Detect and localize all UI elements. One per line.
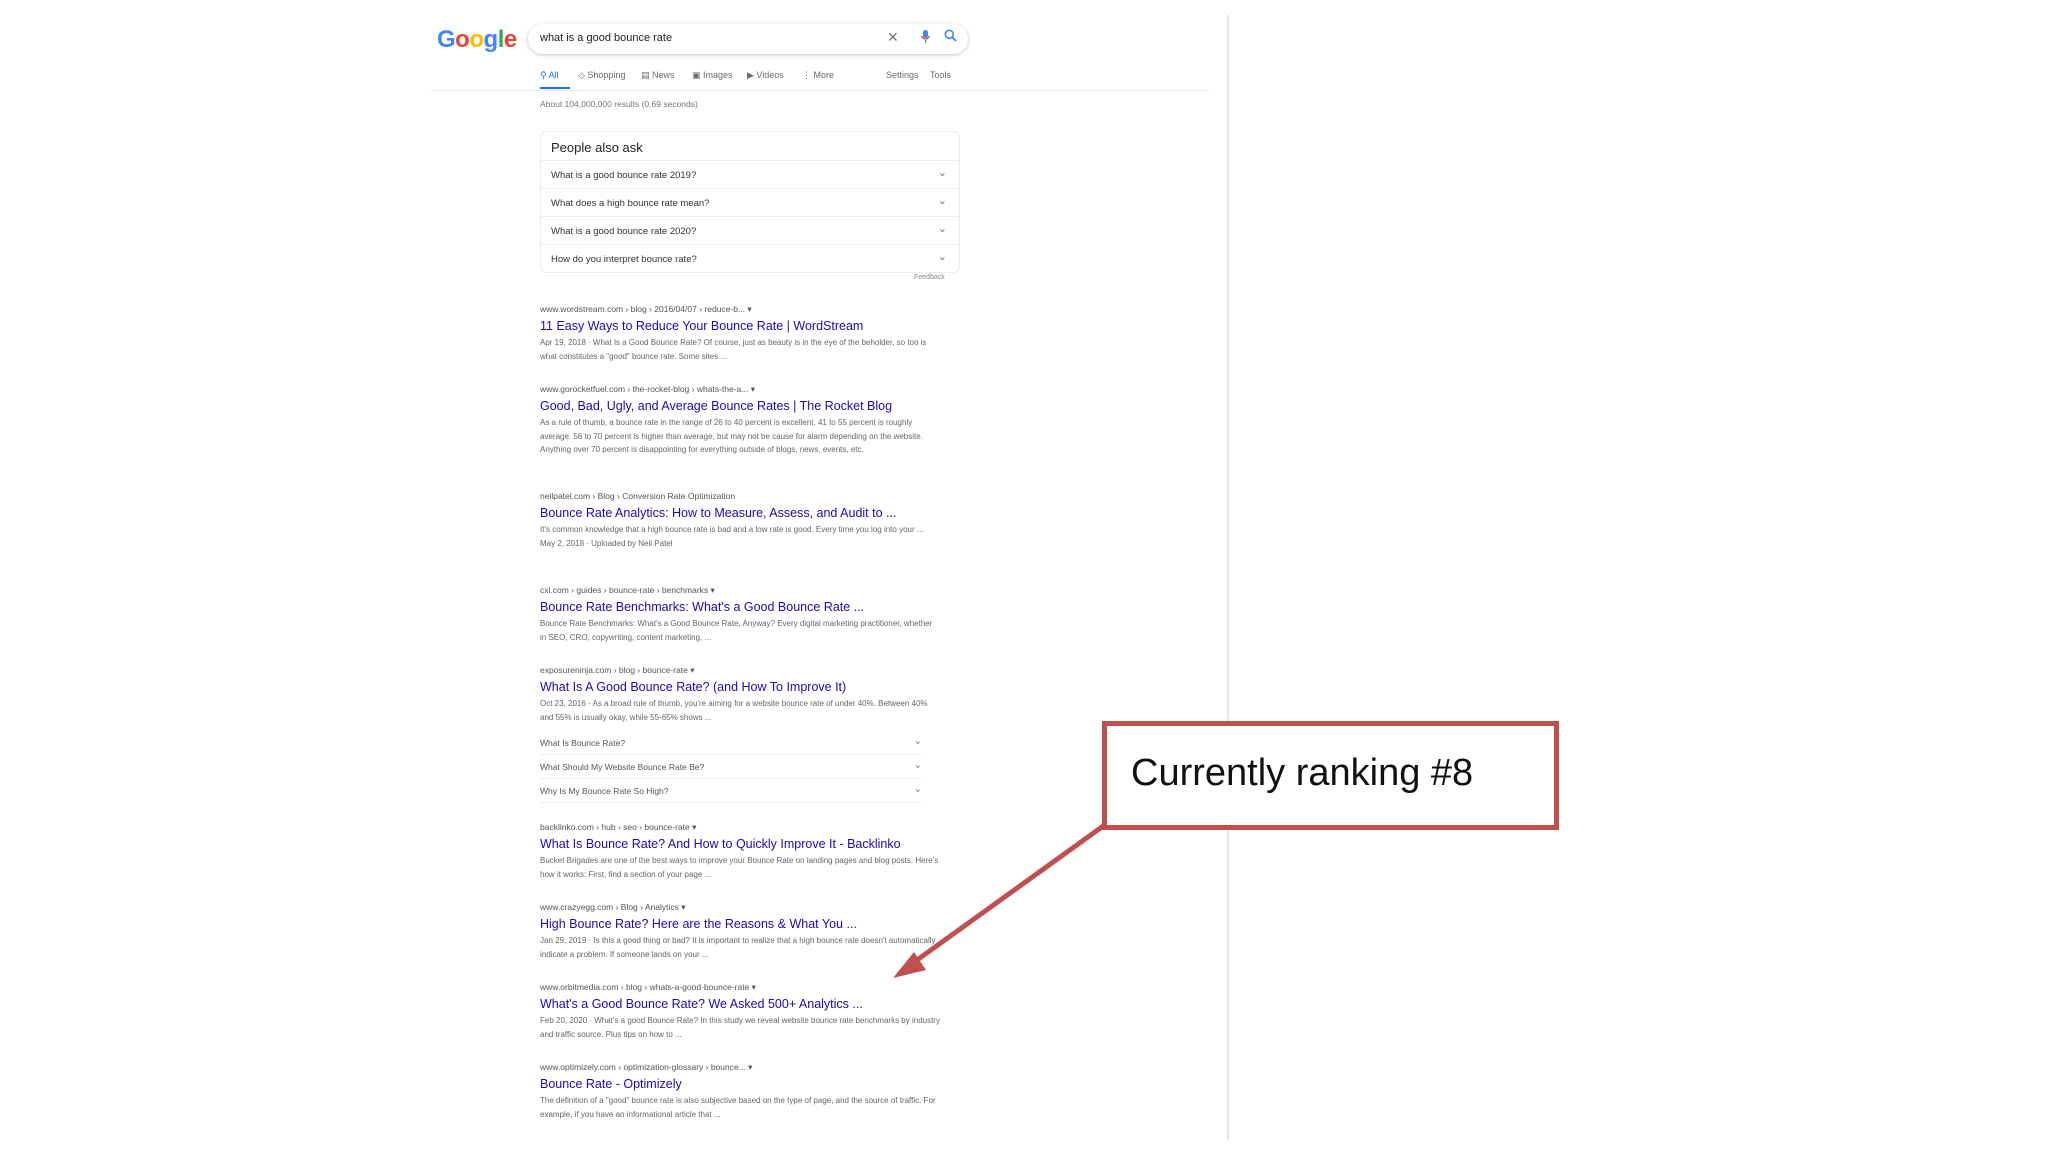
ranking-callout: Currently ranking #8: [1102, 721, 1559, 830]
annotation-arrow: [893, 821, 1108, 978]
arrow-shaft: [904, 821, 1108, 971]
callout-text: Currently ranking #8: [1131, 752, 1474, 794]
